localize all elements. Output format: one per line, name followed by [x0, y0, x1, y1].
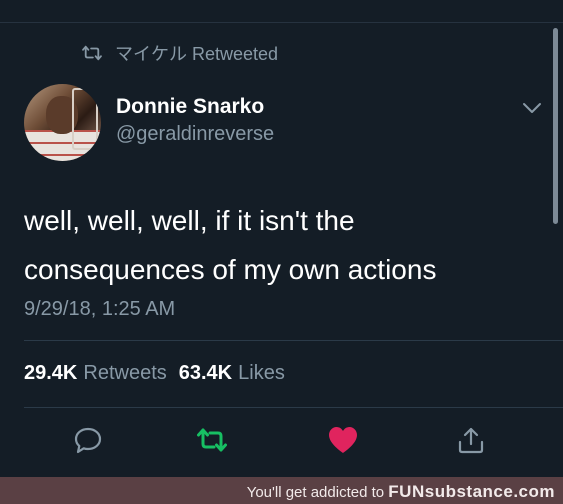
tweet-stats: 29.4K Retweets 63.4K Likes	[24, 362, 297, 385]
tweet-text-line: well, well, well, if it isn't the	[24, 205, 355, 236]
scrollbar[interactable]	[553, 28, 558, 224]
watermark-brand-fun: FUN	[388, 482, 425, 501]
author-handle[interactable]: @geraldinreverse	[116, 123, 274, 146]
retweets-count[interactable]: 29.4K	[24, 362, 77, 385]
tweet-timestamp[interactable]: 9/29/18, 1:25 AM	[24, 298, 175, 321]
avatar-frame	[72, 88, 98, 150]
divider	[24, 407, 563, 408]
heart-icon	[329, 427, 357, 453]
likes-label[interactable]: Likes	[238, 362, 285, 385]
retweet-icon	[197, 428, 227, 452]
tweet-text: well, well, well, if it isn't the conseq…	[24, 196, 544, 294]
divider	[24, 340, 563, 341]
reply-button[interactable]	[71, 423, 105, 457]
watermark-banner: You'll get addicted to FUNsubstance.com	[0, 477, 563, 504]
reply-icon	[74, 427, 102, 454]
watermark-brand: FUNsubstance.com	[388, 482, 555, 501]
retweets-label[interactable]: Retweets	[83, 362, 166, 385]
watermark-text: You'll get addicted to FUNsubstance.com	[247, 482, 555, 502]
share-button[interactable]	[454, 423, 488, 457]
author-name[interactable]: Donnie Snarko	[116, 95, 264, 119]
retweet-icon	[82, 45, 102, 61]
retweeted-by-text: マイケル Retweeted	[115, 44, 279, 64]
like-button[interactable]	[326, 423, 360, 457]
avatar[interactable]	[24, 84, 101, 161]
top-divider	[0, 22, 563, 23]
retweet-button[interactable]	[195, 423, 229, 457]
retweeted-by-row[interactable]: マイケル Retweeted	[81, 42, 278, 64]
likes-count[interactable]: 63.4K	[179, 362, 232, 385]
chevron-down-icon[interactable]	[521, 100, 543, 116]
tweet-text-line: consequences of my own actions	[24, 254, 437, 285]
watermark-prefix: You'll get addicted to	[246, 484, 385, 501]
watermark-brand-rest: substance.com	[424, 482, 555, 501]
share-icon	[458, 427, 484, 454]
